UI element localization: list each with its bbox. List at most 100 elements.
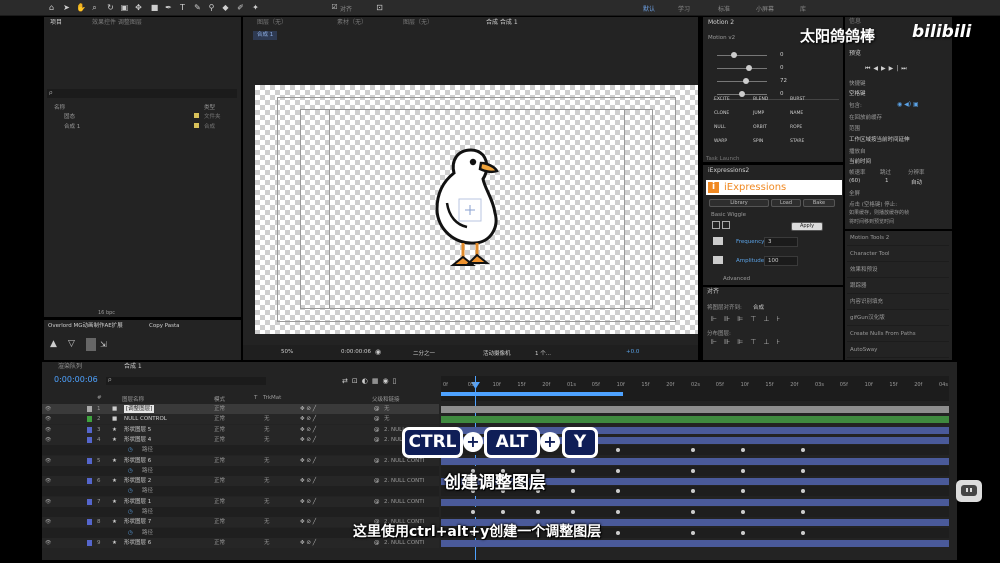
- parent-pickwhip-icon[interactable]: @: [374, 476, 380, 486]
- render-queue-tab[interactable]: 渲染队列: [58, 362, 82, 372]
- layer-label-color[interactable]: [87, 539, 92, 546]
- keyframe-toggle-icon[interactable]: [713, 237, 723, 245]
- motion-slider-2[interactable]: [717, 68, 767, 69]
- project-col-name[interactable]: 名称: [54, 103, 65, 111]
- project-search-input[interactable]: ρ: [47, 89, 237, 98]
- comp-breadcrumb[interactable]: 合成 1: [253, 31, 278, 40]
- overlord-settings-icon[interactable]: [86, 338, 96, 351]
- range-select[interactable]: 工作区域按当前时间延伸: [849, 135, 910, 143]
- viewer-tab-layer-2[interactable]: 图层（无）: [403, 18, 433, 28]
- layer-label-color[interactable]: [87, 436, 92, 443]
- play-from-select[interactable]: 当前时间: [849, 157, 871, 165]
- layer-duration-bar[interactable]: [441, 406, 949, 413]
- property-name[interactable]: 路径: [142, 466, 153, 476]
- layer-mode-select[interactable]: 正常: [214, 435, 225, 445]
- align-checkbox-icon[interactable]: ☑: [330, 3, 339, 12]
- motion-btn-spin[interactable]: SPIN: [753, 139, 763, 144]
- visibility-eye-icon[interactable]: 👁: [45, 456, 51, 466]
- character-tool[interactable]: Character Tool: [847, 247, 949, 262]
- pan-behind-tool-icon[interactable]: ✥: [134, 3, 143, 12]
- slider-knob[interactable]: [731, 52, 737, 58]
- property-name[interactable]: 路径: [142, 445, 153, 455]
- layer-name[interactable]: 形状图层 5: [124, 425, 151, 435]
- roto-brush-icon[interactable]: ✐: [236, 3, 245, 12]
- tab-load[interactable]: Load: [771, 199, 801, 207]
- visibility-eye-icon[interactable]: 👁: [45, 476, 51, 486]
- exposure-value[interactable]: +0.0: [626, 349, 639, 355]
- keyframe-marker[interactable]: [741, 530, 745, 535]
- layer-label-color[interactable]: [87, 406, 92, 412]
- iexpressions-title[interactable]: iExpressions2: [708, 166, 749, 176]
- viewer-tab-footage[interactable]: 素材（无）: [337, 18, 367, 28]
- keyframe-marker[interactable]: [801, 468, 805, 473]
- comp-timeline-tab[interactable]: 合成 1: [124, 362, 142, 372]
- slider-knob[interactable]: [739, 91, 745, 97]
- timeline-timecode[interactable]: 0:00:00:06: [54, 375, 98, 384]
- workspace-small-screen[interactable]: 小屏幕: [756, 4, 774, 13]
- work-area-bar[interactable]: [441, 392, 623, 396]
- workspace-library[interactable]: 库: [800, 4, 806, 13]
- keyframe-marker[interactable]: [691, 510, 695, 514]
- layer-mode-select[interactable]: 正常: [214, 425, 225, 435]
- layer-switches[interactable]: ✥ ⊘ ╱: [300, 435, 316, 445]
- align-to-select[interactable]: 合成: [753, 303, 764, 311]
- viewer-timecode[interactable]: 0:00:00:06: [341, 349, 371, 355]
- snapshot-icon[interactable]: ◉: [375, 348, 381, 356]
- keyframe-marker[interactable]: [741, 468, 745, 473]
- shortcut-select[interactable]: 空格键: [849, 89, 866, 97]
- layer-trkmat-select[interactable]: 无: [264, 435, 270, 445]
- layer-mode-select[interactable]: 正常: [214, 497, 225, 507]
- project-item-folder[interactable]: 固态 文件夹: [46, 111, 238, 120]
- stopwatch-icon[interactable]: ◷: [128, 486, 133, 496]
- puppet-pin-icon[interactable]: ✦: [251, 3, 260, 12]
- layer-label-color[interactable]: [87, 478, 92, 485]
- apply-button[interactable]: Apply: [791, 222, 823, 231]
- keyframe-marker[interactable]: [616, 448, 620, 453]
- views-select[interactable]: 1 个...: [535, 349, 551, 357]
- effect-controls-tab[interactable]: 效果控件 调整图层: [92, 18, 142, 28]
- layer-name[interactable]: 形状图层 2: [124, 476, 151, 486]
- keyframe-marker[interactable]: [471, 510, 475, 514]
- stopwatch-icon[interactable]: ◷: [128, 507, 133, 517]
- stop-option-move-time[interactable]: 将时间移到预览时间: [849, 218, 894, 225]
- parent-pickwhip-icon[interactable]: @: [374, 414, 380, 424]
- keyframe-marker[interactable]: [801, 510, 805, 514]
- layer-label-color[interactable]: [87, 416, 92, 423]
- stop-option-cache[interactable]: 如果缓存，则播放缓存的帧: [849, 209, 909, 216]
- task-launch[interactable]: Task Launch: [706, 156, 740, 162]
- distribute-buttons[interactable]: ⊩⊪⊫⊤⊥⊦: [711, 338, 837, 348]
- layer-row[interactable]: 👁 2 ■ NULL CONTROL 正常 无 ✥ ⊘ ╱ @ 无: [42, 414, 439, 425]
- advanced-toggle[interactable]: Advanced: [723, 276, 750, 282]
- clone-stamp-icon[interactable]: ⚲: [207, 3, 216, 12]
- tab-library[interactable]: Library: [709, 199, 769, 207]
- layer-switches[interactable]: ✥ ⊘ ╱: [300, 414, 316, 424]
- motion-btn-blend[interactable]: BLEND: [753, 97, 768, 102]
- keyframe-marker[interactable]: [616, 530, 620, 535]
- checkbox-icon[interactable]: [712, 221, 720, 229]
- keyframe-marker[interactable]: [616, 489, 620, 494]
- home-icon[interactable]: ⌂: [47, 3, 56, 12]
- overlord-pull-icon[interactable]: ▽: [68, 340, 77, 349]
- keyframe-toggle-icon[interactable]: [713, 256, 723, 264]
- rectangle-tool-icon[interactable]: ■: [150, 3, 159, 12]
- bit-depth[interactable]: 16 bpc: [98, 310, 115, 316]
- layer-trkmat-select[interactable]: 无: [264, 497, 270, 507]
- keyframe-marker[interactable]: [536, 510, 540, 514]
- property-name[interactable]: 路径: [142, 486, 153, 496]
- layer-trkmat-select[interactable]: 无: [264, 425, 270, 435]
- keyframe-marker[interactable]: [571, 489, 575, 494]
- content-aware-fill[interactable]: 内容识别填充: [847, 295, 949, 310]
- tracker[interactable]: 跟踪器: [847, 279, 949, 294]
- eraser-tool-icon[interactable]: ◆: [221, 3, 230, 12]
- layer-duration-bar[interactable]: [441, 416, 949, 424]
- visibility-eye-icon[interactable]: 👁: [45, 414, 51, 424]
- keyframe-marker[interactable]: [691, 489, 695, 494]
- amplitude-input[interactable]: 100: [764, 256, 798, 266]
- camera-select[interactable]: 活动摄像机: [483, 349, 511, 357]
- motion-btn-name[interactable]: NAME: [790, 111, 803, 116]
- keyframe-marker[interactable]: [741, 510, 745, 514]
- layer-mode-select[interactable]: 正常: [214, 414, 225, 424]
- motion-slider-3[interactable]: [717, 81, 767, 82]
- property-keyframe-track[interactable]: [441, 507, 949, 517]
- layer-row[interactable]: 👁 5 ★ 形状图层 6 正常无 ✥ ⊘ ╱ @2. NULL CONTI: [42, 455, 439, 466]
